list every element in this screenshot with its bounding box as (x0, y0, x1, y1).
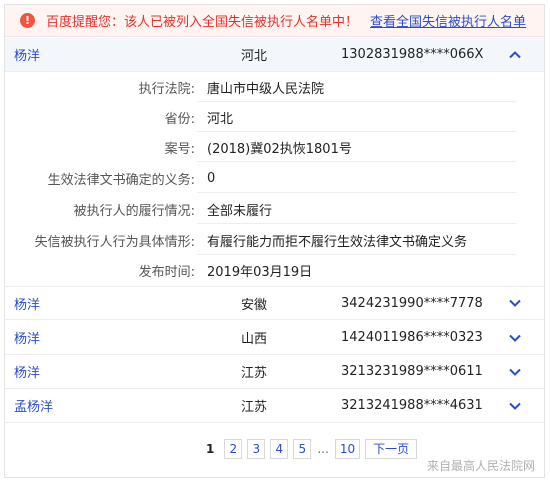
detail-label: 被执行人的履行情况: (73, 203, 195, 219)
detail-row-performance: 被执行人的履行情况: 全部未履行 (5, 194, 544, 224)
page-link[interactable]: 4 (270, 439, 289, 459)
dishonest-list-card: ! 百度提醒您：该人已被列入全国失信被执行人名单中！ 查看全国失信被执行人名单 … (4, 4, 545, 478)
detail-row-obligation: 生效法律文书确定的义务: 0 (5, 163, 544, 193)
person-name[interactable]: 杨洋 (14, 362, 40, 381)
view-national-list-link[interactable]: 查看全国失信被执行人名单 (370, 11, 526, 30)
detail-label: 案号: (164, 141, 195, 157)
page-link-last[interactable]: 10 (334, 439, 361, 459)
person-id: 3213231989****0611 (341, 364, 483, 379)
divider (197, 192, 516, 193)
next-page-button[interactable]: 下一页 (365, 439, 418, 459)
divider (197, 223, 516, 224)
person-row[interactable]: 杨洋 江苏 3213231989****0611 (5, 355, 544, 389)
person-province: 山西 (241, 332, 268, 347)
detail-label: 省份: (164, 111, 195, 127)
person-id: 1424011986****0323 (341, 330, 483, 345)
person-province: 江苏 (241, 400, 268, 415)
alert-text: 百度提醒您：该人已被列入全国失信被执行人名单中！ (46, 15, 359, 30)
detail-label: 发布时间: (138, 264, 195, 280)
person-id: 1302831988****066X (341, 47, 484, 62)
person-row[interactable]: 孟杨洋 江苏 3213241988****4631 (5, 389, 544, 423)
person-province: 安徽 (241, 297, 268, 313)
person-province: 河北 (241, 49, 268, 64)
detail-value: 2019年03月19日 (207, 264, 313, 280)
person-row[interactable]: 杨洋 安徽 3424231990****7778 (5, 286, 544, 320)
detail-row-province: 省份: 河北 (5, 102, 544, 132)
person-name[interactable]: 杨洋 (14, 294, 40, 313)
person-name[interactable]: 孟杨洋 (14, 396, 53, 415)
chevron-down-icon[interactable] (507, 295, 523, 311)
alert-bar: ! 百度提醒您：该人已被列入全国失信被执行人名单中！ 查看全国失信被执行人名单 (5, 5, 544, 37)
chevron-up-icon[interactable] (507, 47, 523, 63)
person-id: 3213241988****4631 (341, 398, 483, 413)
person-name[interactable]: 杨洋 (14, 328, 40, 347)
page-link[interactable]: 5 (293, 439, 312, 459)
person-id: 3424231990****7778 (341, 295, 483, 311)
page-ellipsis: ... (316, 439, 330, 459)
detail-row-court: 执行法院: 唐山市中级人民法院 (5, 72, 544, 102)
detail-value: 有履行能力而拒不履行生效法律文书确定义务 (207, 234, 468, 250)
detail-value: 河北 (207, 111, 234, 127)
page-current: 1 (201, 439, 220, 459)
detail-label: 失信被执行人行为具体情形: (34, 234, 195, 250)
person-row[interactable]: 杨洋 山西 1424011986****0323 (5, 321, 544, 355)
pagination: 1 2 3 4 5 ... 10 下一页 (201, 438, 422, 460)
detail-row-case-number: 案号: (2018)冀02执恢1801号 (5, 132, 544, 162)
exclamation-icon: ! (20, 13, 35, 28)
detail-label: 生效法律文书确定的义务: (47, 172, 195, 188)
page-link[interactable]: 2 (224, 439, 243, 459)
page-link[interactable]: 3 (247, 439, 266, 459)
person-row-expanded[interactable]: 杨洋 河北 1302831988****066X (5, 38, 544, 72)
person-province: 江苏 (241, 366, 268, 381)
detail-label: 执行法院: (138, 81, 195, 97)
detail-value: 唐山市中级人民法院 (207, 81, 325, 97)
chevron-down-icon[interactable] (507, 364, 523, 380)
detail-row-publish-date: 发布时间: 2019年03月19日 (5, 255, 544, 285)
detail-value: 0 (207, 170, 216, 186)
chevron-down-icon[interactable] (507, 398, 523, 414)
chevron-down-icon[interactable] (507, 330, 523, 346)
source-attribution: 来自最高人民法院网 (426, 459, 535, 473)
detail-value: 全部未履行 (207, 203, 273, 219)
detail-row-circumstance: 失信被执行人行为具体情形: 有履行能力而拒不履行生效法律文书确定义务 (5, 225, 544, 255)
divider (197, 161, 516, 162)
detail-value: (2018)冀02执恢1801号 (207, 141, 352, 157)
person-name[interactable]: 杨洋 (14, 45, 40, 64)
